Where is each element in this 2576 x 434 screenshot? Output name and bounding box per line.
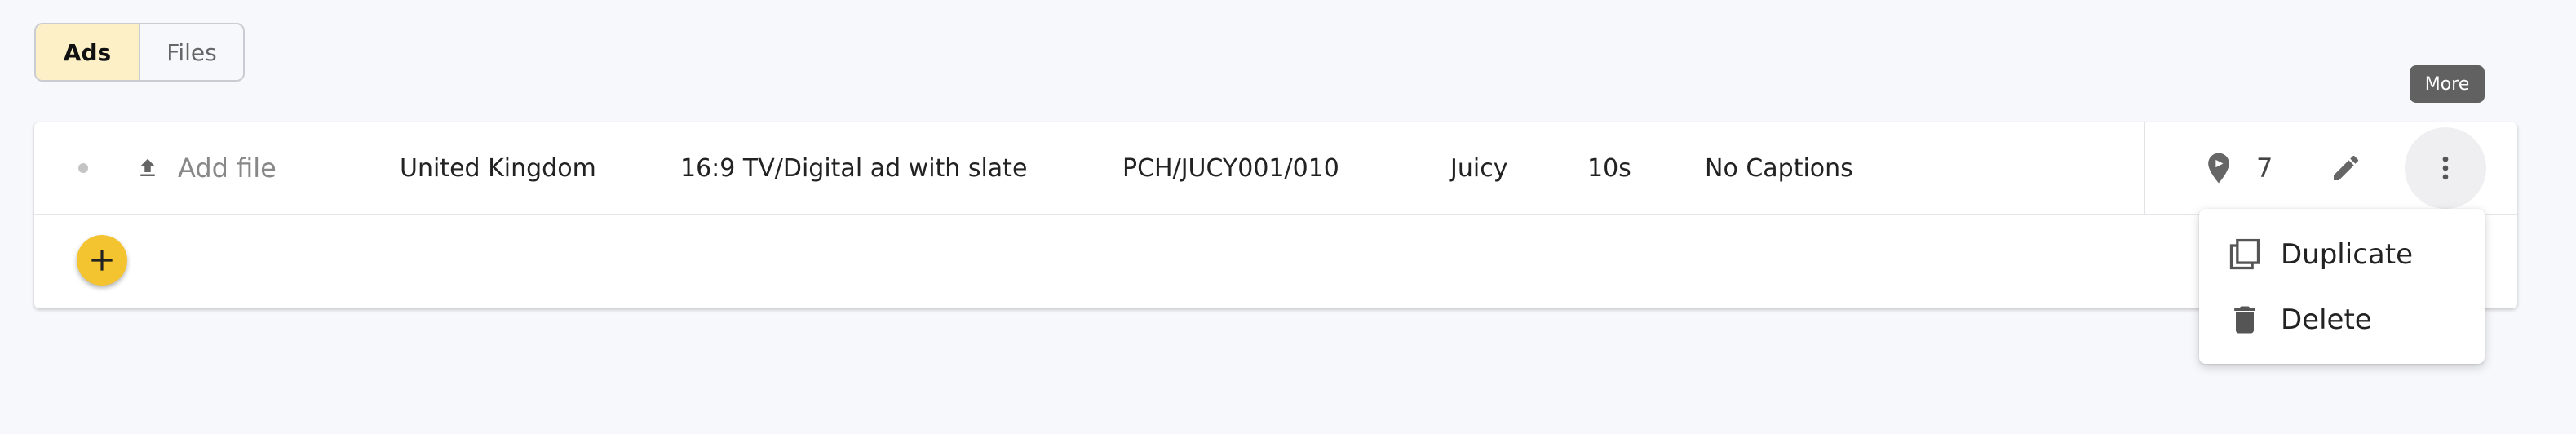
more-tooltip: More <box>2410 65 2485 103</box>
edit-button[interactable] <box>2330 122 2362 214</box>
location-count: 7 <box>2256 153 2273 184</box>
tab-files[interactable]: Files <box>140 24 243 80</box>
menu-item-delete[interactable]: Delete <box>2199 290 2485 349</box>
menu-item-label: Duplicate <box>2281 238 2413 271</box>
trash-icon <box>2234 306 2255 334</box>
more-button[interactable] <box>2405 127 2486 209</box>
code-cell: PCH/JUCY001/010 <box>1122 153 1339 183</box>
add-row-button[interactable] <box>77 235 127 286</box>
table-row: Add file United Kingdom 16:9 TV/Digital … <box>34 122 2517 215</box>
row-bullet <box>78 163 88 173</box>
edit-icon <box>2334 155 2359 180</box>
actions-divider <box>2144 122 2145 214</box>
country-cell: United Kingdom <box>400 153 596 183</box>
duration-cell: 10s <box>1587 153 1631 183</box>
ads-card: Add file United Kingdom 16:9 TV/Digital … <box>34 122 2517 308</box>
brand-cell: Juicy <box>1450 153 1508 183</box>
more-menu: Duplicate Delete <box>2199 209 2485 364</box>
duplicate-icon <box>2229 238 2260 270</box>
menu-item-duplicate[interactable]: Duplicate <box>2199 225 2485 284</box>
more-vertical-icon <box>2442 156 2449 180</box>
tab-ads[interactable]: Ads <box>36 24 140 80</box>
plus-icon <box>91 250 113 271</box>
menu-item-label: Delete <box>2281 303 2372 336</box>
format-cell: 16:9 TV/Digital ad with slate <box>680 153 1028 183</box>
captions-cell: No Captions <box>1705 153 1853 183</box>
add-file-button[interactable]: Add file <box>135 122 277 214</box>
add-file-label: Add file <box>178 153 277 184</box>
view-toggle: Ads Files <box>34 23 245 82</box>
location-pin-icon <box>2208 153 2229 184</box>
location-button[interactable] <box>2201 122 2237 214</box>
upload-icon <box>140 158 155 176</box>
